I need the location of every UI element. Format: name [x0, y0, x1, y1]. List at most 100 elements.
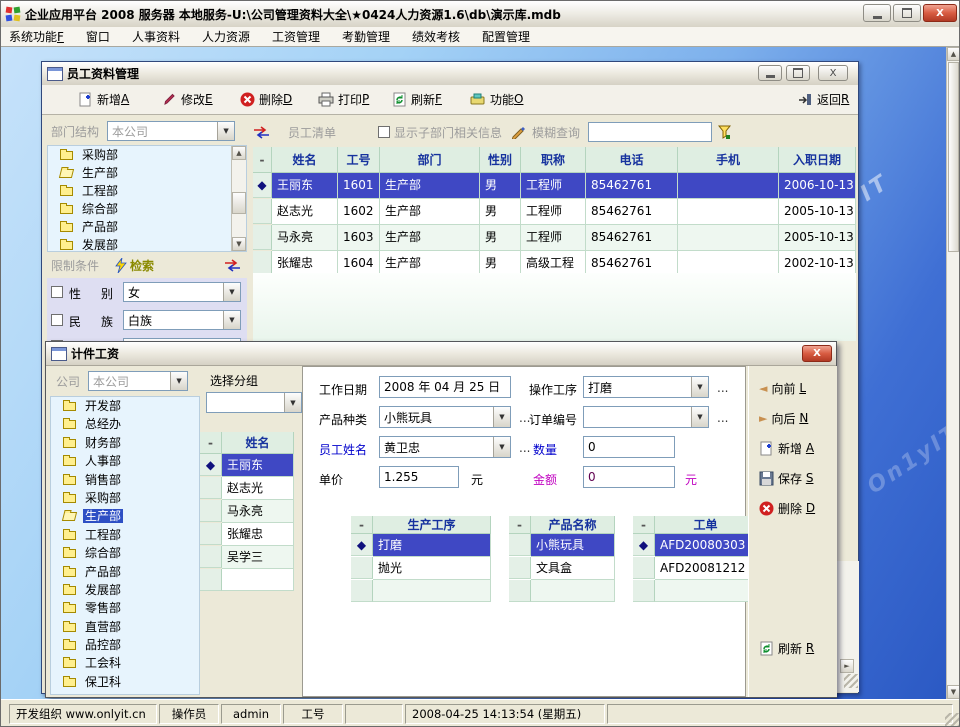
gender-combo[interactable]: 女▼ [123, 282, 241, 302]
scroll-up-icon[interactable]: ▲ [232, 146, 246, 160]
menu-hr-data[interactable]: 人事资料 [132, 28, 180, 45]
employee-restore-button[interactable] [786, 65, 810, 81]
tree-item-dept[interactable]: 产品部 [48, 218, 246, 236]
gender-filter-checkbox[interactable] [51, 286, 63, 298]
table-cell[interactable]: 男 [480, 173, 521, 199]
quantity-input[interactable]: 0 [583, 436, 675, 458]
amount-input[interactable]: 0 [583, 466, 675, 488]
chevron-down-icon[interactable]: ▼ [217, 122, 234, 140]
list-item[interactable]: 张耀忠 [222, 523, 294, 546]
tree-item-dept[interactable]: 采购部 [48, 146, 246, 164]
table-cell[interactable]: 生产部 [380, 225, 480, 251]
tree-item-dept[interactable]: 开发部 [51, 397, 199, 415]
app-close-button[interactable]: X [923, 4, 957, 22]
column-header-workorder[interactable]: 工单 [655, 516, 757, 534]
column-header-product[interactable]: 产品名称 [531, 516, 615, 534]
dept-tree-scrollbar[interactable]: ▲ ▼ [231, 146, 246, 251]
column-header-dept[interactable]: 部门 [380, 147, 480, 173]
menu-config[interactable]: 配置管理 [482, 28, 530, 45]
menu-attendance[interactable]: 考勤管理 [342, 28, 390, 45]
table-cell[interactable]: 85462761 [586, 199, 678, 225]
chevron-down-icon[interactable]: ▼ [223, 311, 240, 329]
chevron-down-icon[interactable]: ▼ [223, 283, 240, 301]
tree-item-dept[interactable]: 财务部 [51, 434, 199, 452]
ethnic-combo[interactable]: 白族▼ [123, 310, 241, 330]
table-cell[interactable]: 男 [480, 225, 521, 251]
column-header-process[interactable]: 生产工序 [373, 516, 491, 534]
work-date-input[interactable]: 2008 年 04 月 25 日 [379, 376, 511, 398]
list-item[interactable]: 小熊玩具 [531, 534, 615, 557]
group-select-combo[interactable]: ▼ [206, 392, 302, 413]
table-cell[interactable]: 生产部 [380, 199, 480, 225]
function-button[interactable]: 功能O [470, 89, 523, 109]
prev-button[interactable]: ◄ 向前 L [759, 378, 806, 398]
process-more-button[interactable]: ... [717, 381, 728, 395]
scroll-down-icon[interactable]: ▼ [947, 685, 960, 699]
list-item[interactable]: AFD20081212 [655, 557, 757, 580]
tree-item-dept-selected[interactable]: 生产部 [51, 507, 199, 525]
list-item[interactable]: 赵志光 [222, 477, 294, 500]
chevron-down-icon[interactable]: ▼ [170, 372, 187, 390]
tree-item-dept[interactable]: 保卫科 [51, 673, 199, 691]
list-item[interactable]: AFD20080303 [655, 534, 757, 557]
filter-funnel-icon[interactable] [718, 125, 731, 139]
column-header-sex[interactable]: 性别 [480, 147, 521, 173]
scroll-right-icon[interactable]: ► [840, 659, 854, 673]
list-item[interactable] [531, 580, 615, 602]
product-combo[interactable]: 小熊玩具▼ [379, 406, 511, 428]
tree-item-dept[interactable]: 直营部 [51, 618, 199, 636]
refresh-records-button[interactable]: 刷新 R [759, 638, 814, 658]
column-header-id[interactable]: 工号 [338, 147, 380, 173]
scroll-up-icon[interactable]: ▲ [947, 47, 960, 61]
tree-item-dept[interactable]: 总经办 [51, 415, 199, 433]
add-record-button[interactable]: 新增 A [759, 438, 814, 458]
app-maximize-button[interactable] [893, 4, 921, 22]
menu-performance[interactable]: 绩效考核 [412, 28, 460, 45]
table-cell[interactable]: 85462761 [586, 173, 678, 199]
column-header-hiredate[interactable]: 入职日期 [779, 147, 856, 173]
chevron-down-icon[interactable]: ▼ [691, 407, 708, 427]
employee-close-button[interactable]: X [818, 65, 848, 81]
chevron-down-icon[interactable]: ▼ [284, 393, 301, 412]
list-item[interactable]: 马永亮 [222, 500, 294, 523]
table-cell[interactable] [678, 199, 779, 225]
dept-structure-combo[interactable]: 本公司 ▼ [107, 121, 235, 141]
table-cell[interactable]: 赵志光 [272, 199, 338, 225]
employee-more-button[interactable]: ... [519, 441, 530, 455]
tree-item-dept[interactable]: 零售部 [51, 599, 199, 617]
delete-record-button[interactable]: 删除 D [759, 498, 815, 518]
column-header-tel[interactable]: 电话 [586, 147, 678, 173]
search-button[interactable]: 检索 [115, 257, 154, 274]
column-header-title[interactable]: 职称 [521, 147, 586, 173]
table-cell[interactable]: 王丽东 [272, 173, 338, 199]
tree-item-dept[interactable]: 人事部 [51, 452, 199, 470]
table-cell[interactable] [678, 173, 779, 199]
table-cell[interactable]: 2005-10-13 [779, 199, 856, 225]
menu-salary[interactable]: 工资管理 [272, 28, 320, 45]
swap-arrows-icon[interactable] [253, 126, 270, 139]
chevron-down-icon[interactable]: ▼ [691, 377, 708, 397]
chevron-down-icon[interactable]: ▼ [493, 407, 510, 427]
menu-system[interactable]: 系统功能F [9, 28, 64, 45]
column-header-name[interactable]: 姓名 [272, 147, 338, 173]
resize-grip[interactable] [945, 713, 959, 727]
list-item[interactable]: 吴学三 [222, 546, 294, 569]
table-cell[interactable] [678, 225, 779, 251]
table-cell[interactable]: 2006-10-13 [779, 173, 856, 199]
add-button[interactable]: 新增A [78, 89, 129, 109]
scroll-down-icon[interactable]: ▼ [232, 237, 246, 251]
list-item[interactable] [373, 580, 491, 602]
tree-item-dept[interactable]: 产品部 [51, 563, 199, 581]
edit-button[interactable]: 修改E [162, 89, 213, 109]
column-header-marker[interactable]: - [253, 147, 272, 173]
list-item[interactable]: 打磨 [373, 534, 491, 557]
table-cell[interactable]: 男 [480, 199, 521, 225]
column-header-name[interactable]: 姓名 [222, 432, 294, 454]
tree-item-dept[interactable]: 发展部 [51, 581, 199, 599]
resize-grip[interactable] [844, 674, 858, 688]
table-cell[interactable]: 2005-10-13 [779, 225, 856, 251]
chevron-down-icon[interactable]: ▼ [493, 437, 510, 457]
menu-hr[interactable]: 人力资源 [202, 28, 250, 45]
print-button[interactable]: 打印P [318, 89, 369, 109]
tree-item-dept[interactable]: 工会科 [51, 654, 199, 672]
